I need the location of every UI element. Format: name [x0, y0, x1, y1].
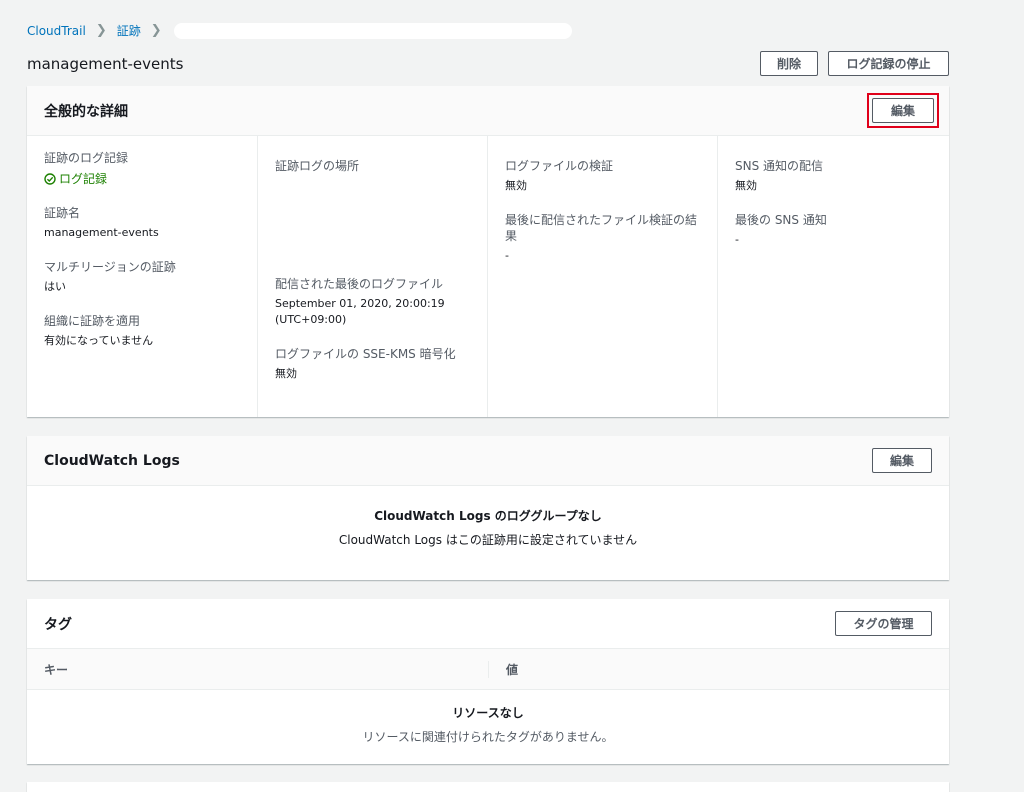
breadcrumb-redacted-trail	[173, 22, 572, 39]
details-grid: 証跡のログ記録 ログ記録 証跡名 management-events マルチリー…	[27, 136, 949, 417]
log-location-field: 証跡ログの場所	[275, 158, 470, 258]
sse-kms-label: ログファイルの SSE-KMS 暗号化	[275, 347, 456, 361]
validation-field: ログファイルの検証 無効	[505, 158, 700, 194]
sse-kms-value: 無効	[275, 367, 297, 380]
general-edit-button[interactable]: 編集	[872, 98, 934, 123]
general-details-panel: 全般的な詳細 編集 証跡のログ記録 ログ記録 証跡名 management-ev…	[27, 86, 949, 417]
general-details-header: 全般的な詳細 編集	[27, 86, 949, 136]
tags-empty-title: リソースなし	[452, 706, 524, 720]
last-sns-label: 最後の SNS 通知	[735, 213, 827, 227]
tags-column-value[interactable]: 値	[488, 660, 949, 678]
logging-field: 証跡のログ記録 ログ記録	[44, 150, 240, 187]
last-log-file-field: 配信された最後のログファイル September 01, 2020, 20:00…	[275, 276, 470, 328]
cloudwatch-edit-button[interactable]: 編集	[872, 448, 932, 473]
breadcrumb: CloudTrail ❯ 証跡 ❯	[27, 22, 572, 39]
tags-empty-state: リソースなし リソースに関連付けられたタグがありません。	[27, 690, 949, 746]
sns-value: 無効	[735, 179, 757, 192]
last-validation-label: 最後に配信されたファイル検証の結果	[505, 213, 698, 243]
sse-kms-field: ログファイルの SSE-KMS 暗号化 無効	[275, 346, 470, 382]
stop-logging-button[interactable]: ログ記録の停止	[828, 51, 949, 76]
last-validation-field: 最後に配信されたファイル検証の結果 -	[505, 212, 700, 264]
multiregion-field: マルチリージョンの証跡 はい	[44, 259, 240, 295]
tags-column-key[interactable]: キー	[27, 661, 488, 678]
edit-highlight-box: 編集	[867, 93, 939, 128]
name-label: 証跡名	[44, 206, 81, 220]
header-actions: 削除 ログ記録の停止	[760, 51, 949, 76]
name-value: management-events	[44, 226, 159, 239]
organization-label: 組織に証跡を適用	[44, 314, 141, 328]
last-validation-value: -	[505, 249, 509, 262]
check-circle-icon	[44, 172, 56, 185]
details-column-4: SNS 通知の配信 無効 最後の SNS 通知 -	[717, 136, 949, 417]
details-column-2: 証跡ログの場所 配信された最後のログファイル September 01, 202…	[257, 136, 487, 417]
log-location-label: 証跡ログの場所	[275, 159, 360, 173]
breadcrumb-chevron-icon: ❯	[95, 23, 107, 38]
cloudwatch-title: CloudWatch Logs	[44, 452, 180, 469]
name-field: 証跡名 management-events	[44, 205, 240, 241]
multiregion-label: マルチリージョンの証跡	[44, 260, 176, 274]
organization-value: 有効になっていません	[44, 334, 154, 347]
multiregion-value: はい	[44, 280, 66, 293]
breadcrumb-trails[interactable]: 証跡	[117, 22, 141, 39]
sns-label: SNS 通知の配信	[735, 159, 824, 173]
page-title: management-events	[27, 55, 184, 73]
cloudwatch-header: CloudWatch Logs 編集	[27, 436, 949, 486]
cloudwatch-empty-state: CloudWatch Logs のロググループなし CloudWatch Log…	[27, 486, 949, 549]
organization-field: 組織に証跡を適用 有効になっていません	[44, 313, 240, 349]
cloudwatch-empty-desc: CloudWatch Logs はこの証跡用に設定されていません	[338, 533, 638, 547]
cloudwatch-empty-title: CloudWatch Logs のロググループなし	[374, 509, 602, 523]
breadcrumb-chevron-icon: ❯	[150, 23, 162, 38]
details-column-1: 証跡のログ記録 ログ記録 証跡名 management-events マルチリー…	[27, 136, 257, 417]
cloudwatch-panel: CloudWatch Logs 編集 CloudWatch Logs のロググル…	[27, 436, 949, 580]
details-column-3: ログファイルの検証 無効 最後に配信されたファイル検証の結果 -	[487, 136, 717, 417]
delete-button[interactable]: 削除	[760, 51, 818, 76]
general-details-title: 全般的な詳細	[44, 103, 128, 120]
last-sns-value: -	[735, 233, 739, 246]
logging-status: ログ記録	[44, 170, 240, 187]
breadcrumb-cloudtrail[interactable]: CloudTrail	[27, 24, 86, 38]
tags-panel: タグ タグの管理 キー 値 リソースなし リソースに関連付けられたタグがありませ…	[27, 599, 949, 764]
manage-tags-button[interactable]: タグの管理	[835, 611, 932, 636]
last-log-file-value: September 01, 2020, 20:00:19 (UTC+09:00)	[275, 297, 445, 326]
last-log-file-label: 配信された最後のログファイル	[275, 277, 444, 291]
validation-value: 無効	[505, 179, 527, 192]
tags-title: タグ	[44, 616, 72, 633]
validation-label: ログファイルの検証	[505, 159, 614, 173]
tags-table-header: キー 値	[27, 649, 949, 690]
logging-value: ログ記録	[59, 172, 108, 186]
last-sns-field: 最後の SNS 通知 -	[735, 212, 932, 248]
next-panel-edge	[27, 782, 949, 792]
sns-field: SNS 通知の配信 無効	[735, 158, 932, 194]
tags-header: タグ タグの管理	[27, 599, 949, 649]
logging-label: 証跡のログ記録	[44, 151, 129, 165]
tags-empty-desc: リソースに関連付けられたタグがありません。	[362, 730, 614, 744]
